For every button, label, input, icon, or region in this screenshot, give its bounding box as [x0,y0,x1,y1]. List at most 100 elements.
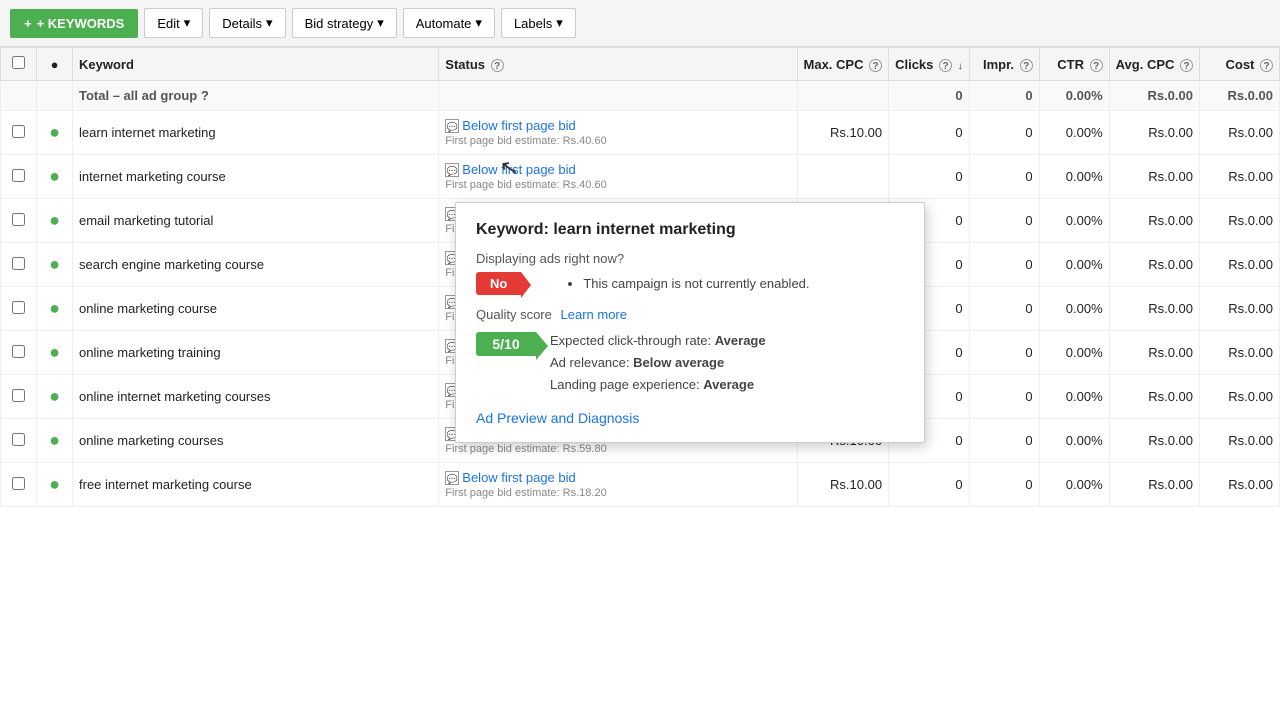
row-maxcpc: Rs.10.00 [797,463,889,507]
row-keyword: learn internet marketing [73,111,439,155]
row-impr: 0 [969,111,1039,155]
bid-strategy-label: Bid strategy [305,16,374,31]
popup-relevance-value: Below average [633,355,724,370]
popup-quality-row: 5/10 Expected click-through rate: Averag… [476,330,904,396]
row-clicks: 0 [889,155,970,199]
row-keyword: online marketing courses [73,419,439,463]
edit-button[interactable]: Edit ▾ [144,8,203,38]
row-checkbox[interactable] [12,345,25,358]
avgcpc-help-icon[interactable]: ? [1180,59,1193,72]
row-keyword: online marketing training [73,331,439,375]
row-checkbox-cell[interactable] [1,419,37,463]
row-avgcpc: Rs.0.00 [1109,287,1199,331]
details-chevron-icon: ▾ [266,15,273,31]
row-checkbox[interactable] [12,477,25,490]
status-bubble-icon[interactable]: 💬 [445,119,459,133]
impr-help-icon[interactable]: ? [1020,59,1033,72]
row-status-link[interactable]: Below first page bid [462,118,575,133]
row-checkbox[interactable] [12,433,25,446]
clicks-sort-icon[interactable]: ↓ [958,61,963,72]
row-impr: 0 [969,287,1039,331]
row-checkbox-cell[interactable] [1,243,37,287]
row-ctr: 0.00% [1039,199,1109,243]
cost-help-icon[interactable]: ? [1260,59,1273,72]
row-ctr: 0.00% [1039,463,1109,507]
total-help-icon[interactable]: ? [201,88,209,103]
row-status-dot: ● [37,111,73,155]
row-status-dot: ● [37,243,73,287]
details-button[interactable]: Details ▾ [209,8,285,38]
row-checkbox-cell[interactable] [1,111,37,155]
row-checkbox-cell[interactable] [1,463,37,507]
total-cost: Rs.0.00 [1200,81,1280,111]
row-ctr: 0.00% [1039,111,1109,155]
popup-reason-item: This campaign is not currently enabled. [583,276,809,291]
row-cost: Rs.0.00 [1200,287,1280,331]
row-ctr: 0.00% [1039,155,1109,199]
row-cost: Rs.0.00 [1200,199,1280,243]
toolbar: + + KEYWORDS Edit ▾ Details ▾ Bid strate… [0,0,1280,47]
maxcpc-help-icon[interactable]: ? [869,59,882,72]
keywords-button[interactable]: + + KEYWORDS [10,9,138,38]
row-status: 💬Below first page bid First page bid est… [439,155,797,199]
row-checkbox[interactable] [12,125,25,138]
bid-strategy-button[interactable]: Bid strategy ▾ [292,8,397,38]
clicks-help-icon[interactable]: ? [939,59,952,72]
row-checkbox[interactable] [12,213,25,226]
row-ctr: 0.00% [1039,419,1109,463]
row-status-dot: ● [37,199,73,243]
row-cost: Rs.0.00 [1200,331,1280,375]
labels-button[interactable]: Labels ▾ [501,8,576,38]
th-maxcpc: Max. CPC ? [797,48,889,81]
row-status-dot: ● [37,463,73,507]
row-cost: Rs.0.00 [1200,375,1280,419]
row-avgcpc: Rs.0.00 [1109,463,1199,507]
th-select-all[interactable] [1,48,37,81]
row-ctr: 0.00% [1039,287,1109,331]
row-ctr: 0.00% [1039,331,1109,375]
row-ctr: 0.00% [1039,375,1109,419]
popup-landing-value: Average [703,377,754,392]
automate-button[interactable]: Automate ▾ [403,8,495,38]
row-avgcpc: Rs.0.00 [1109,375,1199,419]
total-impr: 0 [969,81,1039,111]
popup-learn-more-link[interactable]: Learn more [561,307,627,322]
row-status-sub: First page bid estimate: Rs.40.60 [445,135,790,147]
automate-label: Automate [416,16,472,31]
row-checkbox[interactable] [12,389,25,402]
row-status-dot: ● [37,419,73,463]
row-avgcpc: Rs.0.00 [1109,243,1199,287]
row-checkbox-cell[interactable] [1,331,37,375]
row-avgcpc: Rs.0.00 [1109,155,1199,199]
row-maxcpc: Rs.10.00 [797,111,889,155]
row-keyword: internet marketing course [73,155,439,199]
table-row: ● learn internet marketing 💬Below first … [1,111,1280,155]
row-checkbox[interactable] [12,301,25,314]
popup-ad-preview-link[interactable]: Ad Preview and Diagnosis [476,410,904,426]
popup-landing-row: Landing page experience: Average [550,374,766,396]
row-checkbox-cell[interactable] [1,199,37,243]
row-impr: 0 [969,375,1039,419]
row-checkbox[interactable] [12,169,25,182]
row-status-sub: First page bid estimate: Rs.59.80 [445,443,790,455]
row-avgcpc: Rs.0.00 [1109,331,1199,375]
row-status-sub: First page bid estimate: Rs.40.60 [445,179,790,191]
row-checkbox-cell[interactable] [1,375,37,419]
row-checkbox-cell[interactable] [1,287,37,331]
status-bubble-icon[interactable]: 💬 [445,471,459,485]
status-bubble-icon[interactable]: 💬 [445,163,459,177]
row-status-link[interactable]: Below first page bid [462,162,575,177]
row-impr: 0 [969,463,1039,507]
edit-chevron-icon: ▾ [184,15,191,31]
row-cost: Rs.0.00 [1200,243,1280,287]
status-help-icon[interactable]: ? [491,59,504,72]
row-checkbox[interactable] [12,257,25,270]
row-status-link[interactable]: Below first page bid [462,470,575,485]
popup-relevance-label: Ad relevance: [550,355,630,370]
row-impr: 0 [969,199,1039,243]
row-maxcpc [797,155,889,199]
row-checkbox-cell[interactable] [1,155,37,199]
ctr-help-icon[interactable]: ? [1090,59,1103,72]
th-avgcpc: Avg. CPC ? [1109,48,1199,81]
select-all-checkbox[interactable] [12,56,25,69]
